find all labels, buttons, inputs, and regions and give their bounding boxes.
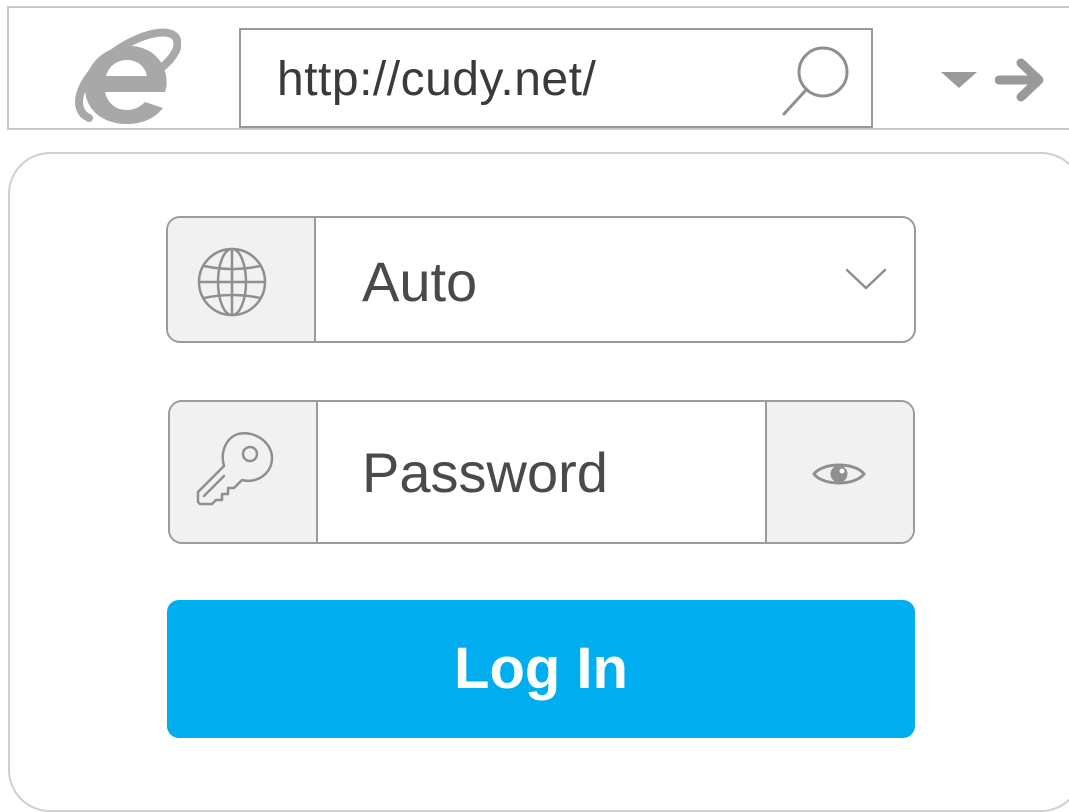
- password-input[interactable]: [318, 402, 768, 542]
- key-icon: [196, 431, 274, 506]
- internet-explorer-logo-icon: [75, 28, 181, 124]
- chevron-down-icon[interactable]: [844, 266, 888, 292]
- address-url[interactable]: http://cudy.net/: [277, 52, 596, 108]
- forward-arrow-icon[interactable]: [995, 58, 1047, 102]
- nav-controls: [939, 54, 1051, 102]
- address-bar[interactable]: http://cudy.net/: [239, 28, 873, 128]
- language-select[interactable]: Auto: [166, 216, 916, 343]
- language-icon-cell: [168, 218, 316, 341]
- login-button[interactable]: Log In: [167, 600, 915, 738]
- show-password-toggle[interactable]: [765, 402, 913, 542]
- eye-icon[interactable]: [811, 458, 867, 490]
- globe-icon: [197, 247, 267, 317]
- browser-bar: http://cudy.net/: [7, 6, 1069, 130]
- dropdown-arrow-icon[interactable]: [939, 68, 979, 92]
- password-icon-cell: [170, 402, 318, 542]
- password-field: [168, 400, 915, 544]
- search-icon[interactable]: [779, 42, 853, 120]
- language-selected-value: Auto: [362, 250, 478, 313]
